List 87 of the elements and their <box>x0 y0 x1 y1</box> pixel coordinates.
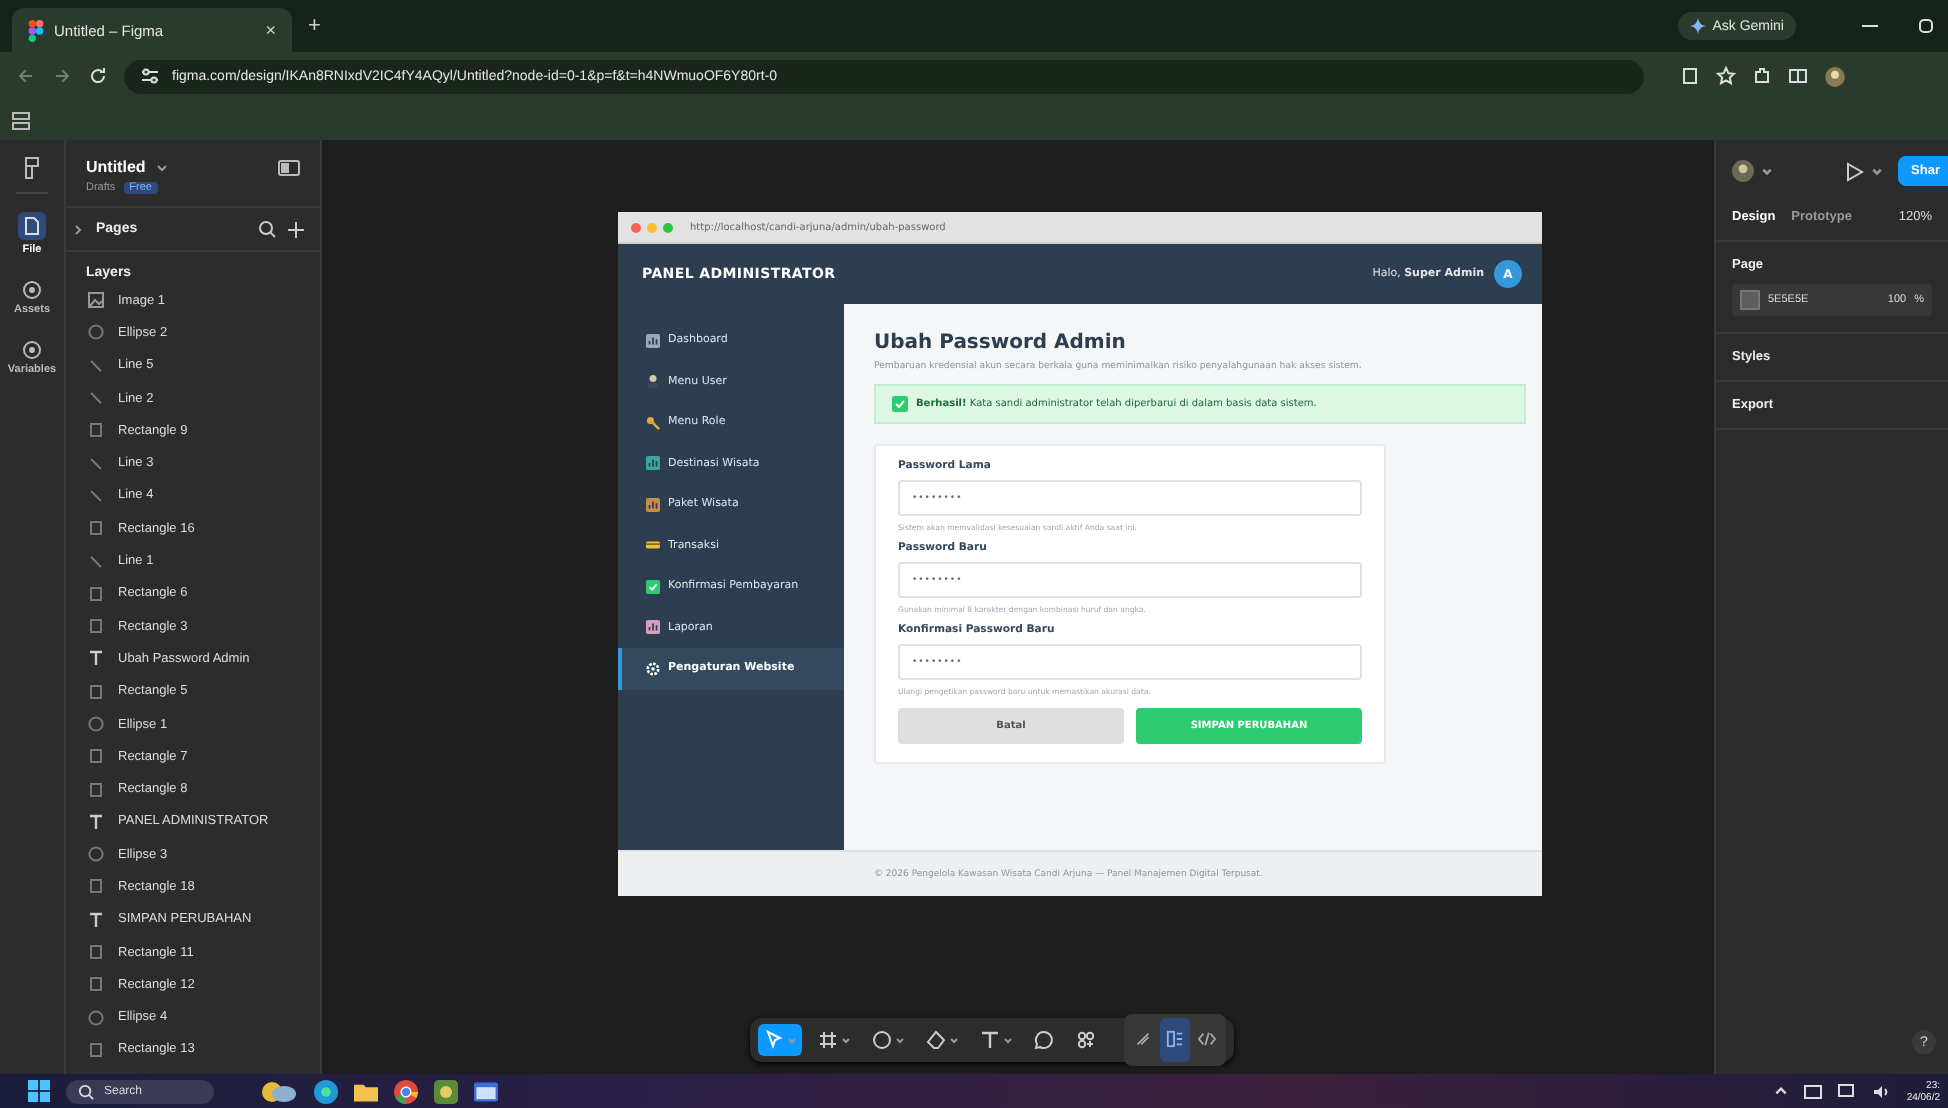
square-icon <box>646 456 660 471</box>
key-icon <box>646 415 660 430</box>
keyboard-icon[interactable] <box>1804 1083 1823 1099</box>
app-icon[interactable] <box>434 1079 458 1103</box>
tab-close-button[interactable]: × <box>265 20 276 40</box>
page-icon[interactable] <box>1680 66 1700 86</box>
caret-icon <box>896 1036 904 1044</box>
reload-icon[interactable] <box>88 66 108 86</box>
circle-icon <box>21 340 42 360</box>
square-icon <box>646 620 660 635</box>
line-icon <box>88 390 104 407</box>
file-icon <box>18 212 46 240</box>
rectangle-icon <box>88 1041 104 1058</box>
line-icon <box>88 357 104 374</box>
caret-icon[interactable] <box>1762 166 1772 176</box>
browser-icon[interactable] <box>314 1079 338 1103</box>
chrome-icon[interactable] <box>394 1079 418 1103</box>
monitor-icon[interactable] <box>1838 1083 1857 1099</box>
chevron-down-icon[interactable] <box>155 161 168 173</box>
brush-icon <box>1134 1030 1152 1048</box>
search-icon[interactable] <box>258 220 276 238</box>
site-settings-icon <box>140 66 160 86</box>
mode-toggle[interactable] <box>1160 1018 1190 1062</box>
frame-icon <box>818 1030 838 1050</box>
back-icon[interactable] <box>16 66 36 86</box>
user-icon <box>646 374 660 389</box>
text-layer-icon <box>88 911 104 928</box>
rectangle-icon <box>88 878 104 895</box>
caret-icon <box>788 1036 796 1044</box>
page-title: Ubah Password Admin <box>874 332 1128 354</box>
chevron-up-icon[interactable] <box>1774 1084 1789 1098</box>
square-icon <box>646 497 660 512</box>
window-app-icon[interactable] <box>474 1079 498 1103</box>
caret-icon[interactable] <box>1871 166 1882 176</box>
checkbox-icon <box>892 396 908 412</box>
rectangle-icon <box>88 422 104 439</box>
search-icon <box>78 1083 94 1099</box>
text-layer-icon <box>88 650 104 667</box>
text-tool-icon <box>980 1030 1000 1050</box>
code-icon <box>1198 1030 1216 1048</box>
square-icon <box>646 333 660 348</box>
profile-icon[interactable] <box>1824 65 1846 87</box>
weather-icon[interactable] <box>258 1079 298 1103</box>
sparkle-icon <box>1690 18 1707 34</box>
window-dots-icon <box>630 221 674 233</box>
circle-icon <box>88 846 104 863</box>
split-view-icon[interactable] <box>1788 66 1808 86</box>
text-layer-icon <box>88 813 104 830</box>
play-icon[interactable] <box>1845 161 1864 181</box>
speaker-icon[interactable] <box>1872 1083 1891 1099</box>
tool-button[interactable] <box>758 1024 802 1056</box>
restore-icon[interactable] <box>1916 16 1936 36</box>
layout-icon <box>1166 1030 1184 1048</box>
circle-icon <box>88 1009 104 1026</box>
circle-icon <box>872 1030 892 1050</box>
image-icon <box>88 292 104 309</box>
plus-icon[interactable] <box>288 221 304 237</box>
rectangle-icon <box>88 520 104 537</box>
circle-icon <box>21 280 42 300</box>
circle-icon <box>88 324 104 341</box>
color-swatch[interactable] <box>1740 290 1760 310</box>
line-icon <box>88 553 104 570</box>
circle-icon <box>88 716 104 732</box>
pen-icon <box>926 1030 946 1050</box>
folder-icon[interactable] <box>354 1079 378 1103</box>
comment-icon <box>1034 1030 1054 1050</box>
figma-logo-icon <box>28 19 44 41</box>
star-icon[interactable] <box>1716 66 1736 86</box>
gear-icon <box>646 661 660 676</box>
new-tab-button[interactable]: + <box>308 14 321 38</box>
apps-grid-icon[interactable] <box>12 111 30 129</box>
chevron-right-icon[interactable] <box>74 223 84 235</box>
caret-icon <box>950 1036 958 1044</box>
avatar-icon[interactable] <box>1732 160 1754 182</box>
panel-toggle-icon[interactable] <box>278 159 300 175</box>
windows-start-icon[interactable] <box>28 1080 50 1102</box>
cursor-icon <box>764 1030 784 1050</box>
forward-icon[interactable] <box>52 66 72 86</box>
checkbox-icon <box>646 579 660 594</box>
line-icon <box>88 487 104 504</box>
actions-icon <box>1076 1030 1096 1050</box>
caret-icon <box>842 1036 850 1044</box>
file-name[interactable]: Untitled <box>86 158 146 176</box>
line-icon <box>88 455 104 472</box>
caret-icon <box>1004 1036 1012 1044</box>
rectangle-icon <box>88 683 104 700</box>
card-icon <box>646 538 660 553</box>
